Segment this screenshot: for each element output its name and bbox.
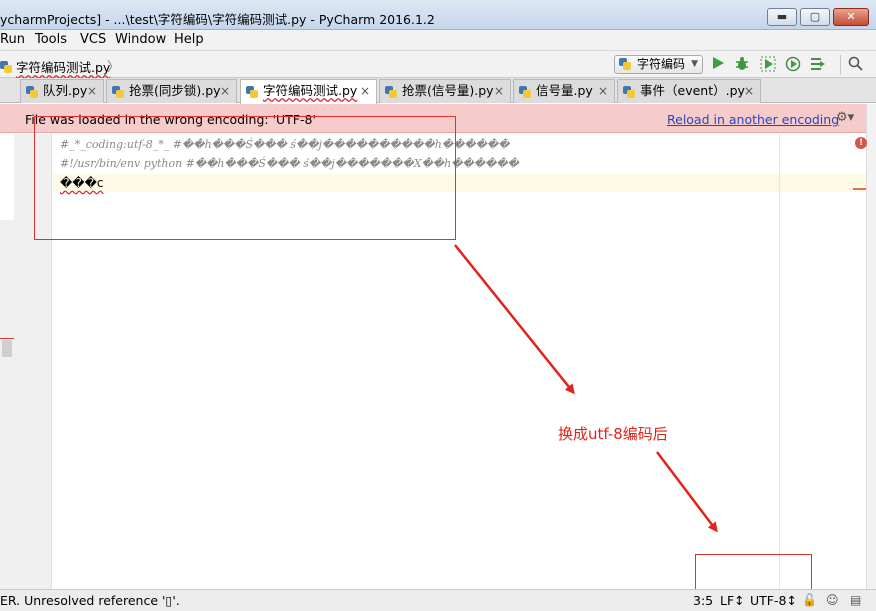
lock-icon[interactable]: 🔓 — [802, 593, 817, 607]
status-message: ER. Unresolved reference '▯'. — [0, 593, 180, 608]
annotation-arrow-1 — [454, 244, 575, 395]
status-bar: ER. Unresolved reference '▯'. 3:5 LF↕ UT… — [0, 589, 876, 611]
file-encoding-select[interactable]: UTF-8↕ — [750, 593, 797, 608]
annotation-arrows — [454, 244, 718, 533]
line-separator-select[interactable]: LF↕ — [720, 593, 745, 608]
event-log-icon[interactable]: ▤ — [850, 593, 861, 607]
inspector-icon[interactable]: ☺ — [826, 593, 839, 607]
annotation-arrow-2 — [656, 451, 718, 533]
caret-position[interactable]: 3:5 — [693, 593, 713, 608]
